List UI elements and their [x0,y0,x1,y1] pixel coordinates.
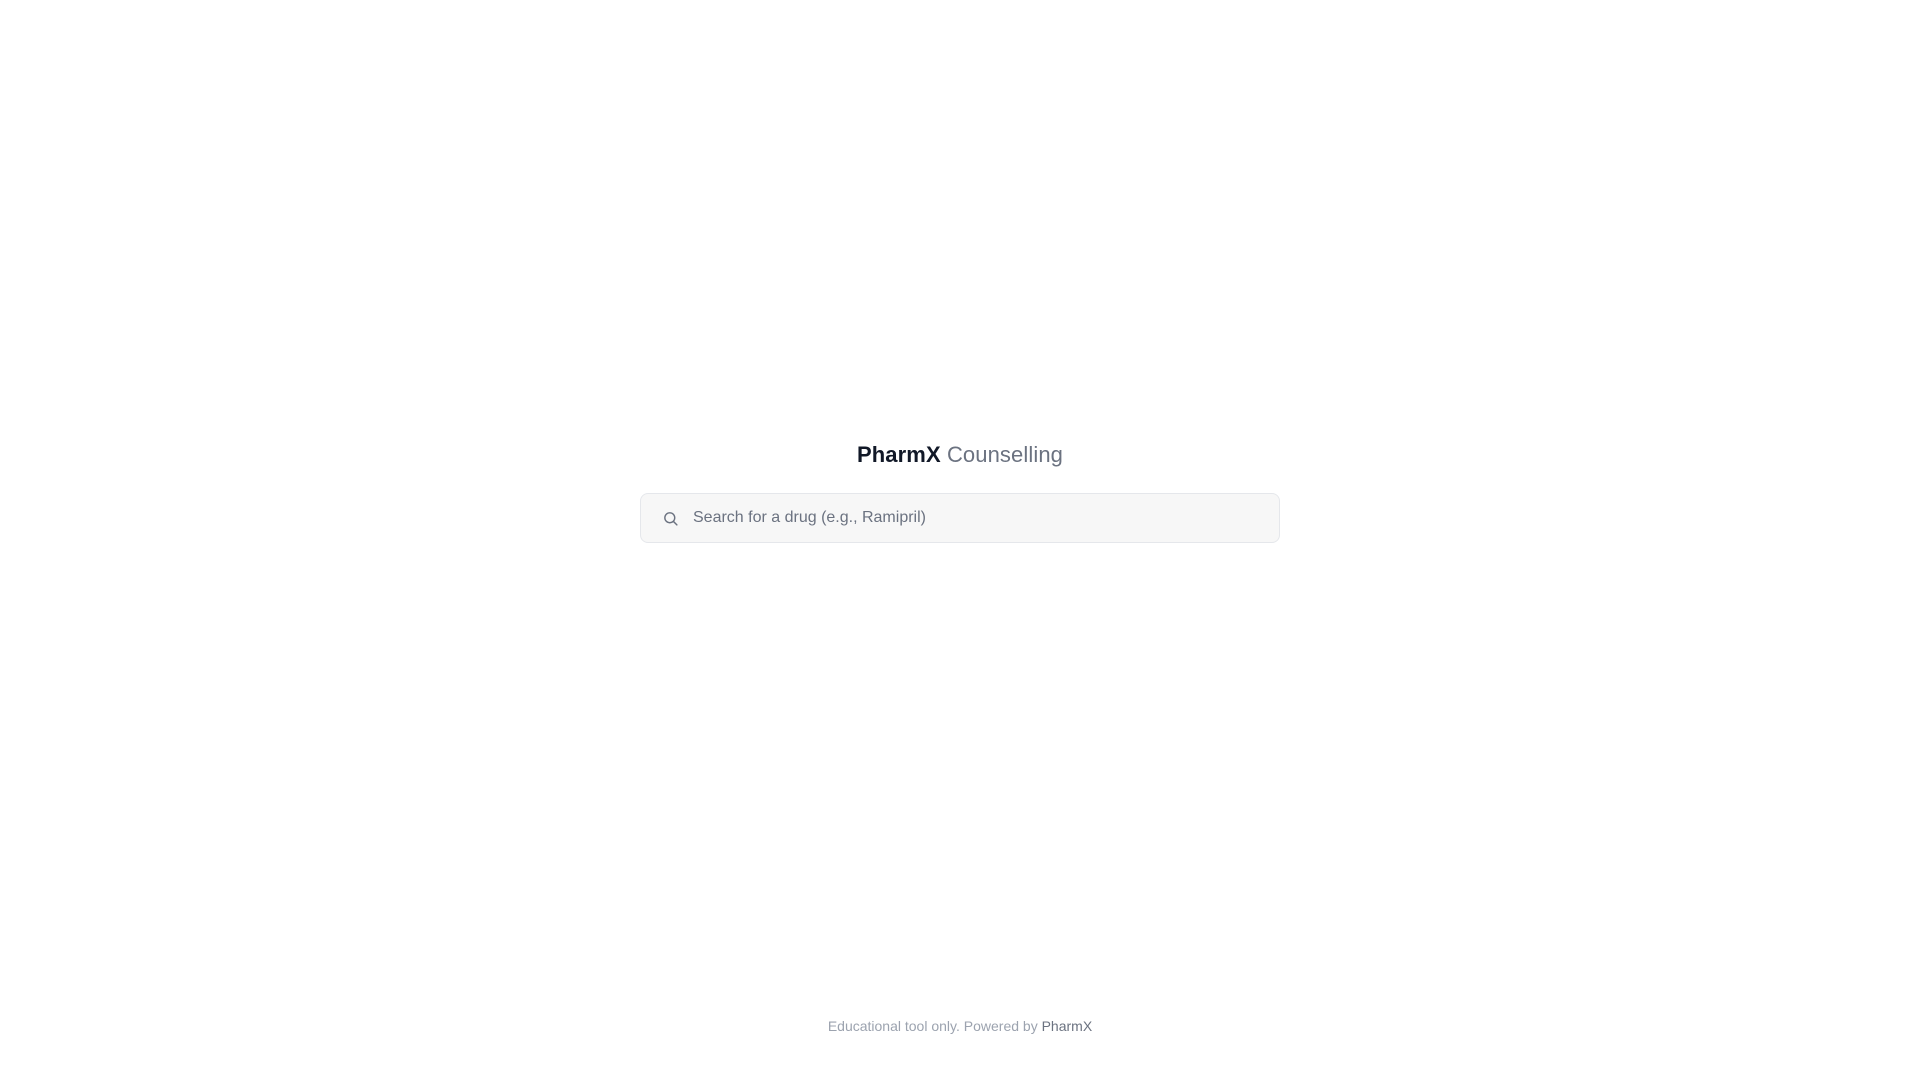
footer-brand-link[interactable]: PharmX [1042,1018,1093,1034]
search-input[interactable] [693,494,1259,542]
page: PharmX Counselling Educational tool only… [0,0,1920,1080]
app-subtitle: Counselling [946,442,1064,467]
app-title: PharmX Counselling [857,439,1063,471]
search-icon [661,509,679,527]
brand-name: PharmX [856,442,941,467]
main-content: PharmX Counselling [0,439,1920,543]
search-bar[interactable] [640,493,1280,543]
footer: Educational tool only. Powered by PharmX [0,1016,1920,1036]
footer-text: Educational tool only. Powered by [827,1018,1038,1034]
